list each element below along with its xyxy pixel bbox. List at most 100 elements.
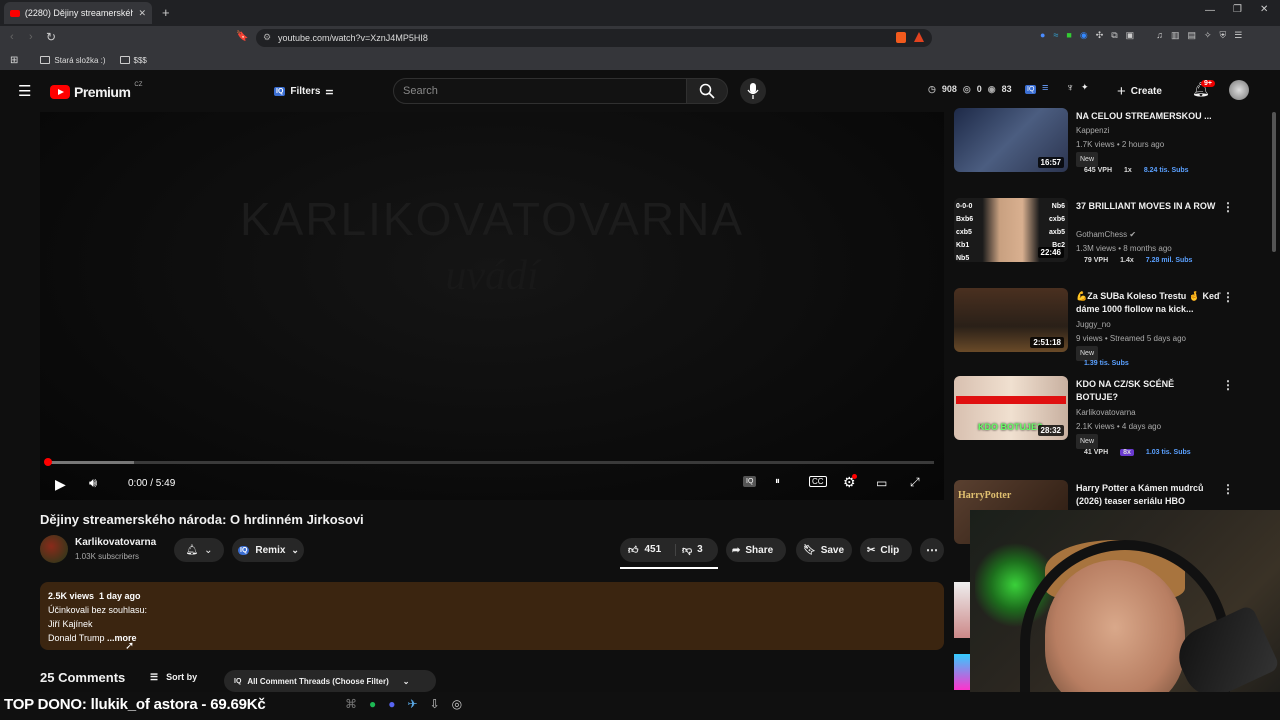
hamburger-menu-icon[interactable]: ☰ bbox=[18, 82, 31, 100]
like-button[interactable]: 👍︎ 451 bbox=[620, 544, 675, 556]
play-icon[interactable]: ▶ bbox=[55, 476, 66, 493]
video-thumbnail[interactable]: 0-0-0 Bxb6 cxb5 Kb1 Nb5 Nb6 cxb6 axb5 Bc2 22:46 bbox=[954, 198, 1068, 262]
app-icon[interactable]: ⌘ bbox=[345, 697, 357, 711]
forward-icon[interactable]: › bbox=[29, 31, 33, 43]
account-avatar[interactable] bbox=[1229, 80, 1249, 100]
extension-icon[interactable]: ▣ bbox=[1126, 30, 1135, 41]
maximize-icon[interactable]: ❐ bbox=[1233, 4, 1242, 15]
more-actions-button[interactable]: ⋯ bbox=[920, 538, 944, 562]
spotify-icon[interactable]: ● bbox=[369, 697, 376, 711]
progress-bar[interactable] bbox=[46, 461, 934, 464]
more-options-icon[interactable]: ⋮ bbox=[1222, 290, 1234, 304]
video-player[interactable]: KARLIKOVATOVARNA uvádí bbox=[40, 112, 944, 500]
channel-name[interactable]: Kappenzi bbox=[1076, 124, 1109, 137]
extension-icon[interactable]: ● bbox=[1040, 30, 1045, 41]
minimize-icon[interactable]: — bbox=[1205, 5, 1215, 16]
volume-icon[interactable]: 🔊︎ bbox=[89, 475, 97, 491]
reload-icon[interactable]: ↻ bbox=[46, 30, 56, 44]
video-title: 37 BRILLIANT MOVES IN A ROW bbox=[1076, 201, 1216, 211]
bookmark-folder[interactable]: $$$ bbox=[119, 56, 147, 65]
sort-icon: ☰ bbox=[150, 672, 159, 682]
download-icon[interactable]: ⇩ bbox=[430, 697, 440, 711]
menu-icon[interactable]: ☰ bbox=[1234, 30, 1242, 41]
close-window-icon[interactable]: ✕ bbox=[1260, 4, 1268, 15]
browser-tab[interactable]: (2280) Dějiny streamerského ná ✕ bbox=[4, 2, 152, 24]
url-field[interactable]: ⚙ youtube.com/watch?v=XznJ4MP5HI8 bbox=[256, 29, 932, 47]
video-thumbnail[interactable]: 16:57 bbox=[954, 108, 1068, 172]
channel-avatar[interactable] bbox=[40, 535, 68, 563]
subscribe-bell-button[interactable]: 🔔︎ ⌄ bbox=[174, 538, 224, 562]
extension-icon[interactable]: ≈ bbox=[1053, 30, 1058, 41]
video-thumbnail[interactable]: 2:51:18 bbox=[954, 288, 1068, 352]
more-options-icon[interactable]: ⋮ bbox=[1222, 482, 1234, 496]
list-icon[interactable]: ≡ bbox=[1042, 82, 1048, 94]
create-button[interactable]: + Create bbox=[1117, 79, 1162, 103]
captions-icon[interactable]: CC bbox=[809, 476, 827, 487]
music-icon[interactable]: ♫ bbox=[1156, 30, 1163, 41]
share-icon: ➦ bbox=[732, 544, 741, 556]
sparkle-icon[interactable]: ✦ bbox=[1081, 82, 1089, 93]
list-item[interactable]: KDO BOTUJE? 28:32 KDO NA CZ/SK SCÉNĚ BOT… bbox=[954, 376, 1254, 466]
chess-moves-left: 0-0-0 Bxb6 cxb5 Kb1 Nb5 bbox=[956, 203, 974, 262]
search-input[interactable]: Search bbox=[393, 78, 687, 104]
theater-mode-icon[interactable]: ▭ bbox=[876, 476, 887, 490]
discord-icon[interactable]: ● bbox=[388, 697, 395, 711]
extension-icon[interactable]: ■ bbox=[1066, 30, 1071, 41]
sort-by-button[interactable]: ☰ Sort by bbox=[150, 672, 197, 683]
remix-button[interactable]: IQ Remix ⌄ bbox=[232, 538, 304, 562]
scrubber-handle[interactable] bbox=[44, 458, 52, 466]
folder-icon bbox=[40, 56, 51, 65]
sidebar-scrollbar[interactable] bbox=[1272, 112, 1276, 252]
wallet-icon[interactable]: ▤ bbox=[1187, 30, 1196, 41]
apps-grid-icon[interactable]: ⊞ bbox=[10, 55, 18, 66]
channel-name[interactable]: Karlikovatovarna bbox=[1076, 406, 1136, 419]
steam-icon[interactable]: ✈ bbox=[408, 697, 418, 711]
description-box[interactable]: 2.5K views 1 day ago Účinkovali bez souh… bbox=[40, 582, 944, 650]
leo-icon[interactable]: ✧ bbox=[1204, 30, 1212, 41]
bookmark-folder[interactable]: Stará složka :) bbox=[40, 56, 106, 65]
url-text: youtube.com/watch?v=XznJ4MP5HI8 bbox=[278, 33, 428, 43]
video-frame bbox=[40, 112, 944, 500]
video-thumbnail[interactable]: KDO BOTUJE? 28:32 bbox=[954, 376, 1068, 440]
extension-icon[interactable]: ◉ bbox=[1080, 30, 1088, 41]
iq-player-icon[interactable]: IQ bbox=[743, 476, 757, 487]
youtube-logo[interactable]: Premium CZ bbox=[50, 82, 142, 100]
puzzle-icon[interactable]: ✣ bbox=[1096, 30, 1104, 41]
chevron-down-icon: ⌄ bbox=[291, 544, 299, 555]
tab-close-icon[interactable]: ✕ bbox=[138, 8, 146, 19]
voice-search-button[interactable] bbox=[740, 78, 766, 104]
search-button[interactable] bbox=[686, 78, 728, 104]
more-options-icon[interactable]: ⋮ bbox=[1222, 378, 1234, 392]
list-item[interactable]: 2:51:18 💪Za SUBa Koleso Trestu 🤞 Keď dám… bbox=[954, 288, 1254, 368]
brave-shield-icon[interactable] bbox=[896, 32, 906, 43]
share-button[interactable]: ➦ Share bbox=[726, 538, 786, 562]
channel-name[interactable]: Karlikovatovarna bbox=[75, 537, 156, 548]
filters-button[interactable]: IQ Filters ⚌ bbox=[268, 79, 336, 103]
clip-button[interactable]: ✂ Clip bbox=[860, 538, 912, 562]
plus-icon: + bbox=[1117, 82, 1126, 100]
video-meta: 1.3M views • 8 months ago bbox=[1076, 244, 1172, 253]
comment-filter-select[interactable]: IQ All Comment Threads (Choose Filter) ⌄ bbox=[224, 670, 436, 692]
extension-icon[interactable]: ⧉ bbox=[1111, 30, 1117, 41]
bell-icon: 🔔︎ bbox=[185, 544, 199, 556]
list-item[interactable]: 16:57 NA CELOU STREAMERSKOU ... Kappenzi… bbox=[954, 108, 1254, 188]
site-info-icon[interactable]: ⚙ bbox=[263, 32, 271, 43]
dislike-button[interactable]: 👎︎ 3 bbox=[675, 544, 703, 556]
lamp-icon[interactable]: ♆ bbox=[1066, 82, 1074, 94]
chrome-icon[interactable]: ◎ bbox=[452, 697, 462, 711]
video-meta: 9 views • Streamed 5 days ago bbox=[1076, 334, 1186, 343]
sidebar-toggle-icon[interactable]: ▥ bbox=[1171, 30, 1180, 41]
save-button[interactable]: 🔖︎ Save bbox=[796, 538, 852, 562]
list-item[interactable]: 0-0-0 Bxb6 cxb5 Kb1 Nb5 Nb6 cxb6 axb5 Bc2 22:46… bbox=[954, 198, 1254, 278]
channel-name[interactable]: Juggy_no bbox=[1076, 318, 1111, 331]
iq-tool-icon[interactable]: IQ bbox=[1025, 85, 1037, 94]
more-options-icon[interactable]: ⋮ bbox=[1222, 200, 1234, 214]
channel-name[interactable]: GothamChess ✔ bbox=[1076, 228, 1136, 241]
back-icon[interactable]: ‹ bbox=[10, 31, 14, 43]
fullscreen-icon[interactable]: ⤢ bbox=[910, 475, 920, 490]
rewards-icon[interactable] bbox=[914, 32, 924, 42]
vpn-icon[interactable]: ⛨ bbox=[1220, 30, 1227, 41]
pause-toggle-icon[interactable]: ⏸ bbox=[775, 476, 780, 487]
new-tab-icon[interactable]: + bbox=[162, 5, 170, 20]
bookmark-icon[interactable]: 🔖 bbox=[236, 31, 248, 42]
